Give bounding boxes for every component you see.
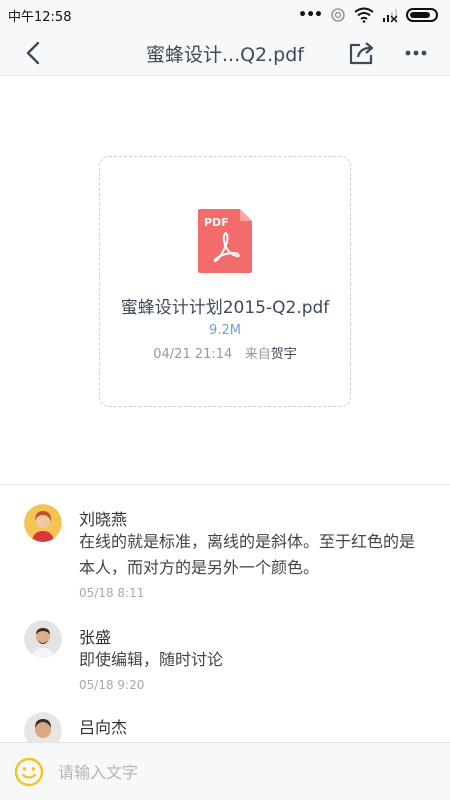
avatar[interactable] bbox=[24, 712, 62, 742]
message-input[interactable] bbox=[58, 755, 418, 789]
file-card[interactable]: PDF 蜜蜂设计计划2015-Q2.pdf 9.2M 04/21 21:14 来… bbox=[99, 156, 351, 407]
comment-author: 刘晓燕 bbox=[79, 510, 128, 529]
status-bar: 中午12:58 ••• bbox=[0, 0, 450, 30]
comment-text: 在线的就是标准，离线的是斜体。至于红色的是本人，而对方的是另外一个颜色。 bbox=[79, 532, 416, 577]
file-name: 蜜蜂设计计划2015-Q2.pdf bbox=[120, 298, 330, 318]
file-date: 04/21 21:14 bbox=[153, 347, 233, 362]
page-title: 蜜蜂设计...Q2.pdf bbox=[145, 44, 304, 66]
avatar-image bbox=[24, 504, 62, 542]
comment-author: 吕向杰 bbox=[79, 718, 128, 737]
divider bbox=[0, 484, 450, 485]
more-horizontal-icon bbox=[405, 50, 427, 56]
more-dots-indicator: ••• bbox=[298, 7, 323, 23]
file-from-prefix: 来自 bbox=[244, 347, 271, 362]
back-button[interactable] bbox=[18, 38, 48, 68]
pdf-icon-label: PDF bbox=[204, 216, 229, 229]
nav-bar: 蜜蜂设计...Q2.pdf bbox=[0, 30, 450, 76]
file-size: 9.2M bbox=[209, 323, 241, 338]
more-button[interactable] bbox=[400, 37, 432, 69]
battery-icon bbox=[406, 8, 438, 22]
comment-list[interactable]: 刘晓燕 在线的就是标准，离线的是斜体。至于红色的是本人，而对方的是另外一个颜色。… bbox=[0, 486, 450, 742]
avatar-image bbox=[24, 620, 62, 658]
avatar[interactable] bbox=[24, 504, 62, 542]
file-from-user[interactable]: 贺宇 bbox=[271, 347, 297, 362]
wifi-icon bbox=[354, 7, 374, 23]
avatar-image bbox=[24, 712, 62, 742]
input-bar bbox=[0, 742, 450, 800]
file-meta: 04/21 21:14 来自贺宇 bbox=[100, 343, 350, 362]
share-icon bbox=[349, 42, 374, 65]
alarm-icon bbox=[331, 8, 345, 22]
comment-time: 05/18 9:20 bbox=[79, 678, 145, 692]
comment-author: 张盛 bbox=[79, 628, 112, 647]
comment-text: 即使编辑，随时讨论 bbox=[79, 650, 224, 669]
status-icons: ••• bbox=[298, 7, 438, 23]
chevron-left-icon bbox=[26, 41, 40, 65]
comment-time: 05/18 8:11 bbox=[79, 586, 145, 600]
status-time: 中午12:58 bbox=[8, 9, 72, 25]
signal-icon bbox=[383, 9, 398, 23]
smiley-icon bbox=[14, 757, 44, 787]
avatar[interactable] bbox=[24, 620, 62, 658]
emoji-button[interactable] bbox=[14, 757, 44, 787]
share-button[interactable] bbox=[346, 37, 378, 69]
pdf-file-icon: PDF bbox=[198, 209, 252, 273]
